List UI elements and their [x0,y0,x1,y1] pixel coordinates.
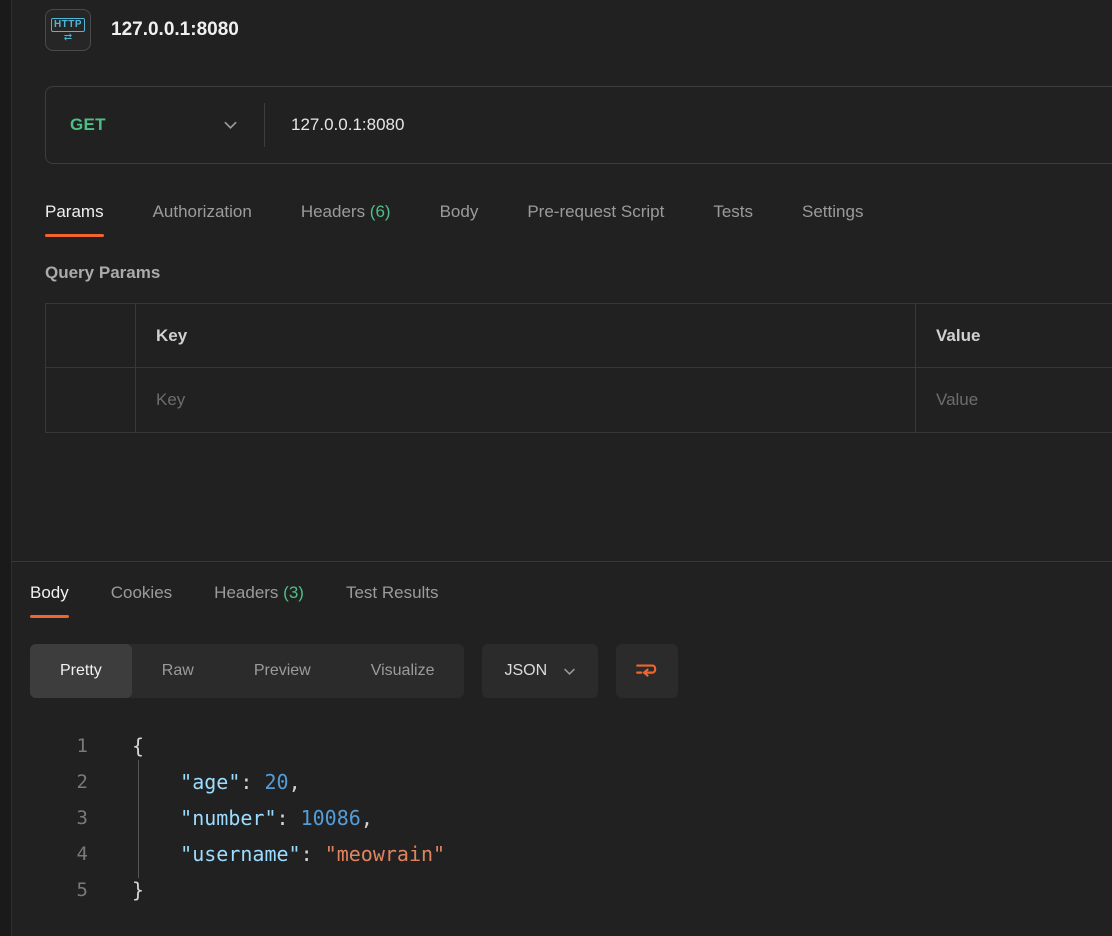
code-line: "age": 20, [132,764,445,800]
tab-test-results[interactable]: Test Results [346,583,439,618]
format-select[interactable]: JSON [482,644,598,698]
code-line: "number": 10086, [132,800,445,836]
tab-pre-request-script[interactable]: Pre-request Script [527,202,664,237]
code-line: } [132,872,445,908]
value-input[interactable]: Value [916,368,1112,432]
response-body-code: 12345 { "age": 20, "number": 10086, "use… [30,728,1112,908]
http-badge-label: HTTP [51,18,85,32]
table-row: Key Value [46,368,1112,432]
chevron-down-icon [563,667,576,676]
line-number: 5 [30,872,88,908]
tab-label: Authorization [153,202,252,221]
tab-settings[interactable]: Settings [802,202,863,237]
tab-label: Cookies [111,583,172,602]
code-line: "username": "meowrain" [132,836,445,872]
response-toolbar: PrettyRawPreviewVisualize JSON [30,644,1112,698]
method-select[interactable]: GET [46,87,264,163]
view-mode-switcher: PrettyRawPreviewVisualize [30,644,464,698]
tab-params[interactable]: Params [45,202,104,237]
tab-label: Settings [802,202,863,221]
request-header: HTTP ⇄ 127.0.0.1:8080 [45,6,1112,54]
code-lines-wrap: { "age": 20, "number": 10086, "username"… [132,728,445,908]
view-mode-raw[interactable]: Raw [132,644,224,698]
url-bar: GET 127.0.0.1:8080 [45,86,1112,164]
app-window: HTTP ⇄ 127.0.0.1:8080 GET 127.0.0.1:8080… [0,0,1112,936]
row-select-cell [46,368,136,432]
wrap-text-button[interactable] [616,644,678,698]
query-params-heading: Query Params [45,263,1112,283]
tab-headers[interactable]: Headers (3) [214,583,304,618]
tab-label: Tests [713,202,753,221]
row-select-header-cell [46,304,136,367]
request-tabs: Params Authorization Headers (6) Body Pre-re… [45,202,1112,237]
http-transfer-icon: ⇄ [64,33,72,43]
response-pane: Body Cookies Headers (3) Test Results Prett… [12,561,1112,936]
tab-label: Test Results [346,583,439,602]
tab-authorization[interactable]: Authorization [153,202,252,237]
key-input[interactable]: Key [136,368,916,432]
request-pane: HTTP ⇄ 127.0.0.1:8080 GET 127.0.0.1:8080… [12,0,1112,561]
tab-tests[interactable]: Tests [713,202,753,237]
tab-label: Body [30,583,69,602]
line-number: 1 [30,728,88,764]
request-workspace: HTTP ⇄ 127.0.0.1:8080 GET 127.0.0.1:8080… [12,0,1112,936]
value-column-header: Value [916,304,1112,367]
tab-cookies[interactable]: Cookies [111,583,172,618]
tab-label: Headers [301,202,365,221]
code-line: { [132,728,445,764]
view-mode-preview[interactable]: Preview [224,644,341,698]
view-mode-pretty[interactable]: Pretty [30,644,132,698]
left-rail [0,0,12,936]
method-label: GET [70,115,106,135]
wrap-text-icon [634,658,660,684]
line-numbers: 12345 [30,728,88,908]
tab-label: Params [45,202,104,221]
tab-body[interactable]: Body [30,583,69,618]
tab-label: Headers [214,583,278,602]
indent-guide [138,760,139,878]
request-title: 127.0.0.1:8080 [111,19,239,41]
query-params-table: Key Value Key Value [45,303,1112,433]
response-tabs: Body Cookies Headers (3) Test Results [30,583,1112,618]
tab-count-badge: (3) [278,583,304,602]
url-input[interactable]: 127.0.0.1:8080 [265,115,1112,135]
key-column-header: Key [136,304,916,367]
chevron-down-icon [223,120,238,130]
line-number: 3 [30,800,88,836]
line-number: 4 [30,836,88,872]
tab-body[interactable]: Body [440,202,479,237]
tab-label: Pre-request Script [527,202,664,221]
tab-count-badge: (6) [365,202,391,221]
table-header-row: Key Value [46,304,1112,368]
http-method-badge: HTTP ⇄ [45,9,91,51]
format-label: JSON [504,662,547,680]
tab-label: Body [440,202,479,221]
code-lines: { "age": 20, "number": 10086, "username"… [132,728,445,908]
view-mode-visualize[interactable]: Visualize [341,644,465,698]
line-number: 2 [30,764,88,800]
tab-headers[interactable]: Headers (6) [301,202,391,237]
